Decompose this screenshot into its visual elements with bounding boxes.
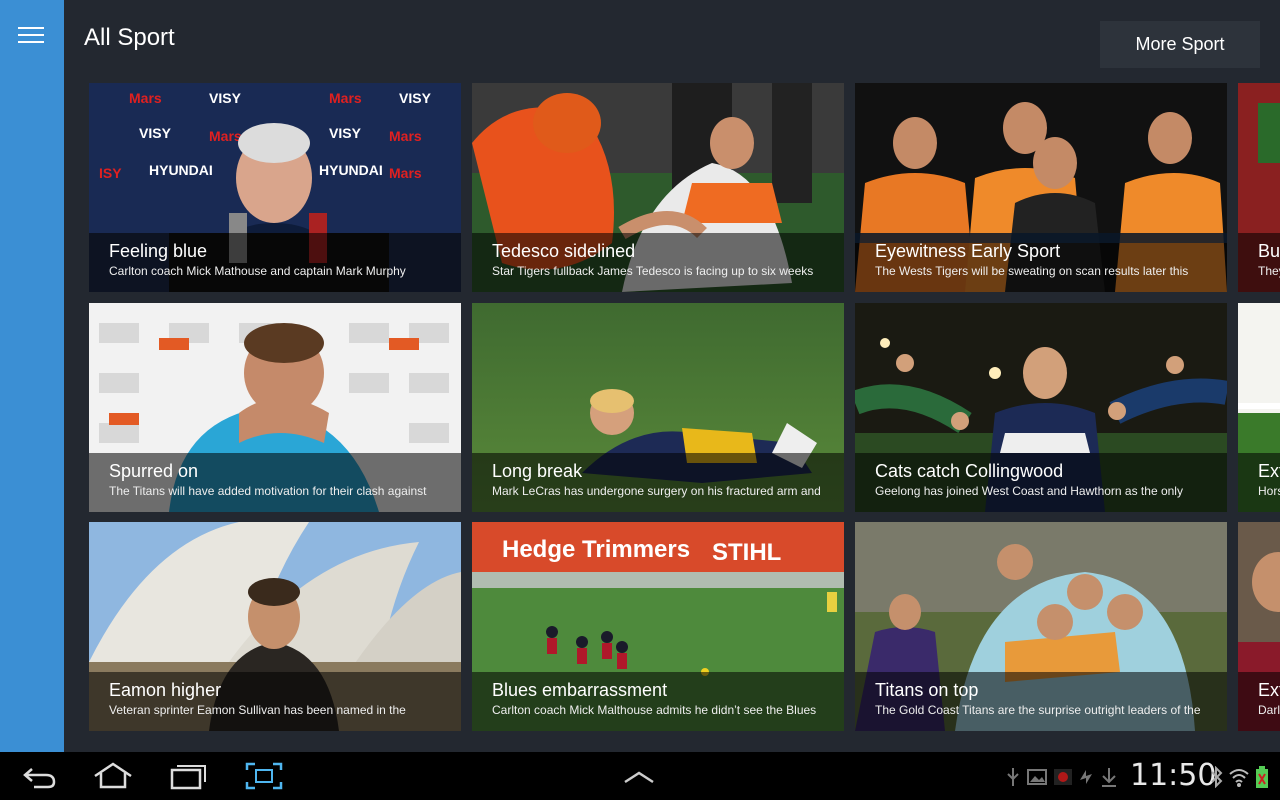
story-tile[interactable]: Titans on top The Gold Coast Titans are …: [855, 522, 1227, 731]
story-tile[interactable]: Bu They: [1238, 83, 1280, 292]
story-headline: Blues embarrassment: [492, 680, 668, 700]
story-caption: Tedesco sidelined Star Tigers fullback J…: [472, 233, 844, 292]
story-caption: Spurred on The Titans will have added mo…: [89, 453, 461, 512]
svg-text:Mars: Mars: [389, 128, 422, 144]
svg-text:Mars: Mars: [329, 90, 362, 106]
record-icon: [1052, 766, 1074, 793]
story-summary: Mark LeCras has undergone surgery on his…: [492, 484, 821, 498]
svg-text:Mars: Mars: [209, 128, 242, 144]
story-summary: The Titans will have added motivation fo…: [109, 484, 427, 498]
story-tile[interactable]: Long break Mark LeCras has undergone sur…: [472, 303, 844, 512]
bluetooth-icon: [1210, 765, 1224, 793]
story-headline: Tedesco sidelined: [492, 241, 636, 261]
story-tile[interactable]: Ext Hors: [1238, 303, 1280, 512]
story-summary: Darl: [1258, 703, 1280, 717]
chevron-up-icon[interactable]: [622, 760, 656, 792]
home-icon[interactable]: [92, 760, 134, 792]
story-summary: Carlton coach Mick Malthouse admits he d…: [492, 703, 817, 717]
story-summary: Star Tigers fullback James Tedesco is fa…: [492, 264, 814, 278]
story-tile[interactable]: Hedge Trimmers STIHL Blues embarrassment: [472, 522, 844, 731]
clock: 11:50: [1130, 758, 1217, 793]
usb-icon: [1004, 766, 1022, 793]
side-rail: [0, 0, 64, 752]
recent-apps-icon[interactable]: [168, 760, 208, 792]
svg-text:HYUNDAI: HYUNDAI: [319, 162, 383, 178]
sync-icon: [1076, 766, 1096, 793]
svg-text:Mars: Mars: [389, 165, 422, 181]
more-sport-button[interactable]: More Sport: [1100, 21, 1260, 68]
story-caption: Ext Hors: [1238, 453, 1280, 512]
svg-text:VISY: VISY: [209, 90, 242, 106]
story-caption: Blues embarrassment Carlton coach Mick M…: [472, 672, 844, 731]
story-headline: Ext: [1258, 461, 1280, 481]
story-headline: Bu: [1258, 241, 1280, 261]
story-headline: Cats catch Collingwood: [875, 461, 1064, 481]
story-summary: Geelong has joined West Coast and Hawtho…: [875, 484, 1183, 498]
story-headline: Feeling blue: [109, 241, 208, 261]
story-headline: Long break: [492, 461, 583, 481]
story-tile[interactable]: Ext Darl: [1238, 522, 1280, 731]
svg-text:Hedge Trimmers: Hedge Trimmers: [502, 536, 690, 563]
story-tile[interactable]: Tedesco sidelined Star Tigers fullback J…: [472, 83, 844, 292]
story-caption: Bu They: [1238, 233, 1280, 292]
gallery-icon: [1026, 766, 1048, 793]
svg-text:ISY: ISY: [99, 165, 122, 181]
story-summary: Carlton coach Mick Mathouse and captain …: [109, 264, 406, 278]
page-title: All Sport: [84, 24, 175, 51]
story-caption: Long break Mark LeCras has undergone sur…: [472, 453, 844, 512]
svg-text:HYUNDAI: HYUNDAI: [149, 162, 213, 178]
story-caption: Feeling blue Carlton coach Mick Mathouse…: [89, 233, 461, 292]
story-caption: Ext Darl: [1238, 672, 1280, 731]
story-headline: Eyewitness Early Sport: [875, 241, 1061, 261]
story-tile[interactable]: Cats catch Collingwood Geelong has joine…: [855, 303, 1227, 512]
wifi-icon: [1228, 766, 1250, 793]
story-summary: Hors: [1258, 484, 1280, 498]
svg-text:VISY: VISY: [139, 125, 172, 141]
story-summary: Veteran sprinter Eamon Sullivan has been…: [109, 703, 406, 717]
battery-icon: [1254, 766, 1270, 793]
download-icon: [1100, 766, 1118, 793]
svg-text:STIHL: STIHL: [712, 539, 781, 566]
story-caption: Eyewitness Early Sport The Wests Tigers …: [855, 233, 1227, 292]
story-tile[interactable]: Eyewitness Early Sport The Wests Tigers …: [855, 83, 1227, 292]
hamburger-menu-icon[interactable]: [14, 22, 50, 50]
svg-text:VISY: VISY: [329, 125, 362, 141]
svg-text:Mars: Mars: [129, 90, 162, 106]
screenshot-icon[interactable]: [244, 760, 284, 792]
story-caption: Eamon higher Veteran sprinter Eamon Sull…: [89, 672, 461, 731]
story-headline: Eamon higher: [109, 680, 222, 700]
story-headline: Spurred on: [109, 461, 199, 481]
system-navigation-bar: 11:50: [0, 752, 1280, 800]
story-headline: Titans on top: [875, 680, 979, 700]
main-panel: All Sport More Sport Mars VISY Mars VISY…: [64, 0, 1280, 752]
story-summary: The Gold Coast Titans are the surprise o…: [875, 703, 1201, 717]
story-tile[interactable]: Eamon higher Veteran sprinter Eamon Sull…: [89, 522, 461, 731]
svg-text:VISY: VISY: [399, 90, 432, 106]
story-summary: They: [1258, 264, 1280, 278]
story-headline: Ext: [1258, 680, 1280, 700]
story-summary: The Wests Tigers will be sweating on sca…: [875, 264, 1189, 278]
back-icon[interactable]: [20, 760, 60, 792]
story-tile[interactable]: Spurred on The Titans will have added mo…: [89, 303, 461, 512]
story-tile[interactable]: Mars VISY Mars VISY VISY Mars VISY Mars …: [89, 83, 461, 292]
story-caption: Cats catch Collingwood Geelong has joine…: [855, 453, 1227, 512]
story-caption: Titans on top The Gold Coast Titans are …: [855, 672, 1227, 731]
